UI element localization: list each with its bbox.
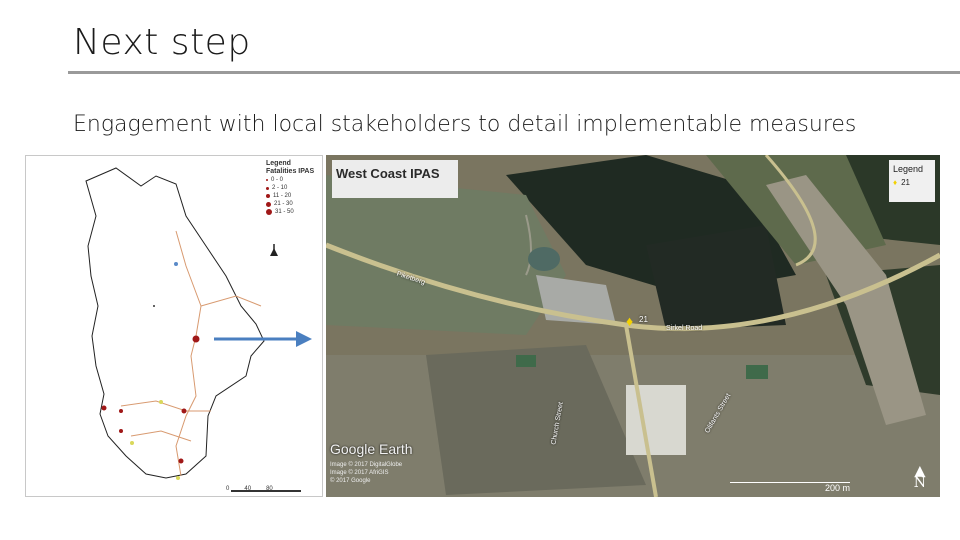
legend-title: Legend [893,164,924,174]
fatality-marker [181,408,187,414]
pin-label: 21 [639,315,648,324]
legend-item: 0 - 0 [271,177,284,183]
fatality-marker [101,405,107,411]
road-label: Sirkel Road [666,325,703,332]
right-arrow-icon [214,331,312,347]
regional-scale-bar: 0 40 80 [226,486,273,492]
satellite-legend: Legend ♦ 21 [889,160,935,202]
legend-item: 21 - 30 [274,201,293,207]
town-marker [174,262,178,266]
legend-item: 2 - 10 [272,185,288,191]
imagery-credits: Image © 2017 DigitalGlobe Image © 2017 A… [330,462,403,484]
fatality-pin-icon: ♦ [626,313,634,329]
legend-item: 21 [901,178,910,187]
fatality-marker [178,458,184,464]
title-divider [68,71,960,74]
google-earth-logo: Google Earth [330,441,413,457]
fatality-marker [119,409,123,413]
legend-title: Legend [266,160,291,167]
north-arrow-icon: ▲ N [913,463,926,491]
legend-subtitle: Fatalities IPAS [266,168,315,175]
satellite-image: West Coast IPAS Legend ♦ 21 ♦ 21 Piketber… [326,155,940,497]
satellite-scale-bar: 200 m [730,482,850,493]
regional-map-legend: Legend Fatalities IPAS 0 - 0 2 - 10 11 -… [266,160,322,216]
regional-map: Legend Fatalities IPAS 0 - 0 2 - 10 11 -… [25,155,323,497]
fatality-marker [192,335,200,343]
slide-title: Next step [73,22,251,63]
legend-item: 11 - 20 [273,193,292,199]
marker-icon: ♦ [893,178,898,187]
legend-item: 31 - 50 [275,209,294,215]
slide-subtitle: Engagement with local stakeholders to de… [73,112,857,137]
map-title: West Coast IPAS [332,160,458,198]
fatality-marker [119,429,123,433]
